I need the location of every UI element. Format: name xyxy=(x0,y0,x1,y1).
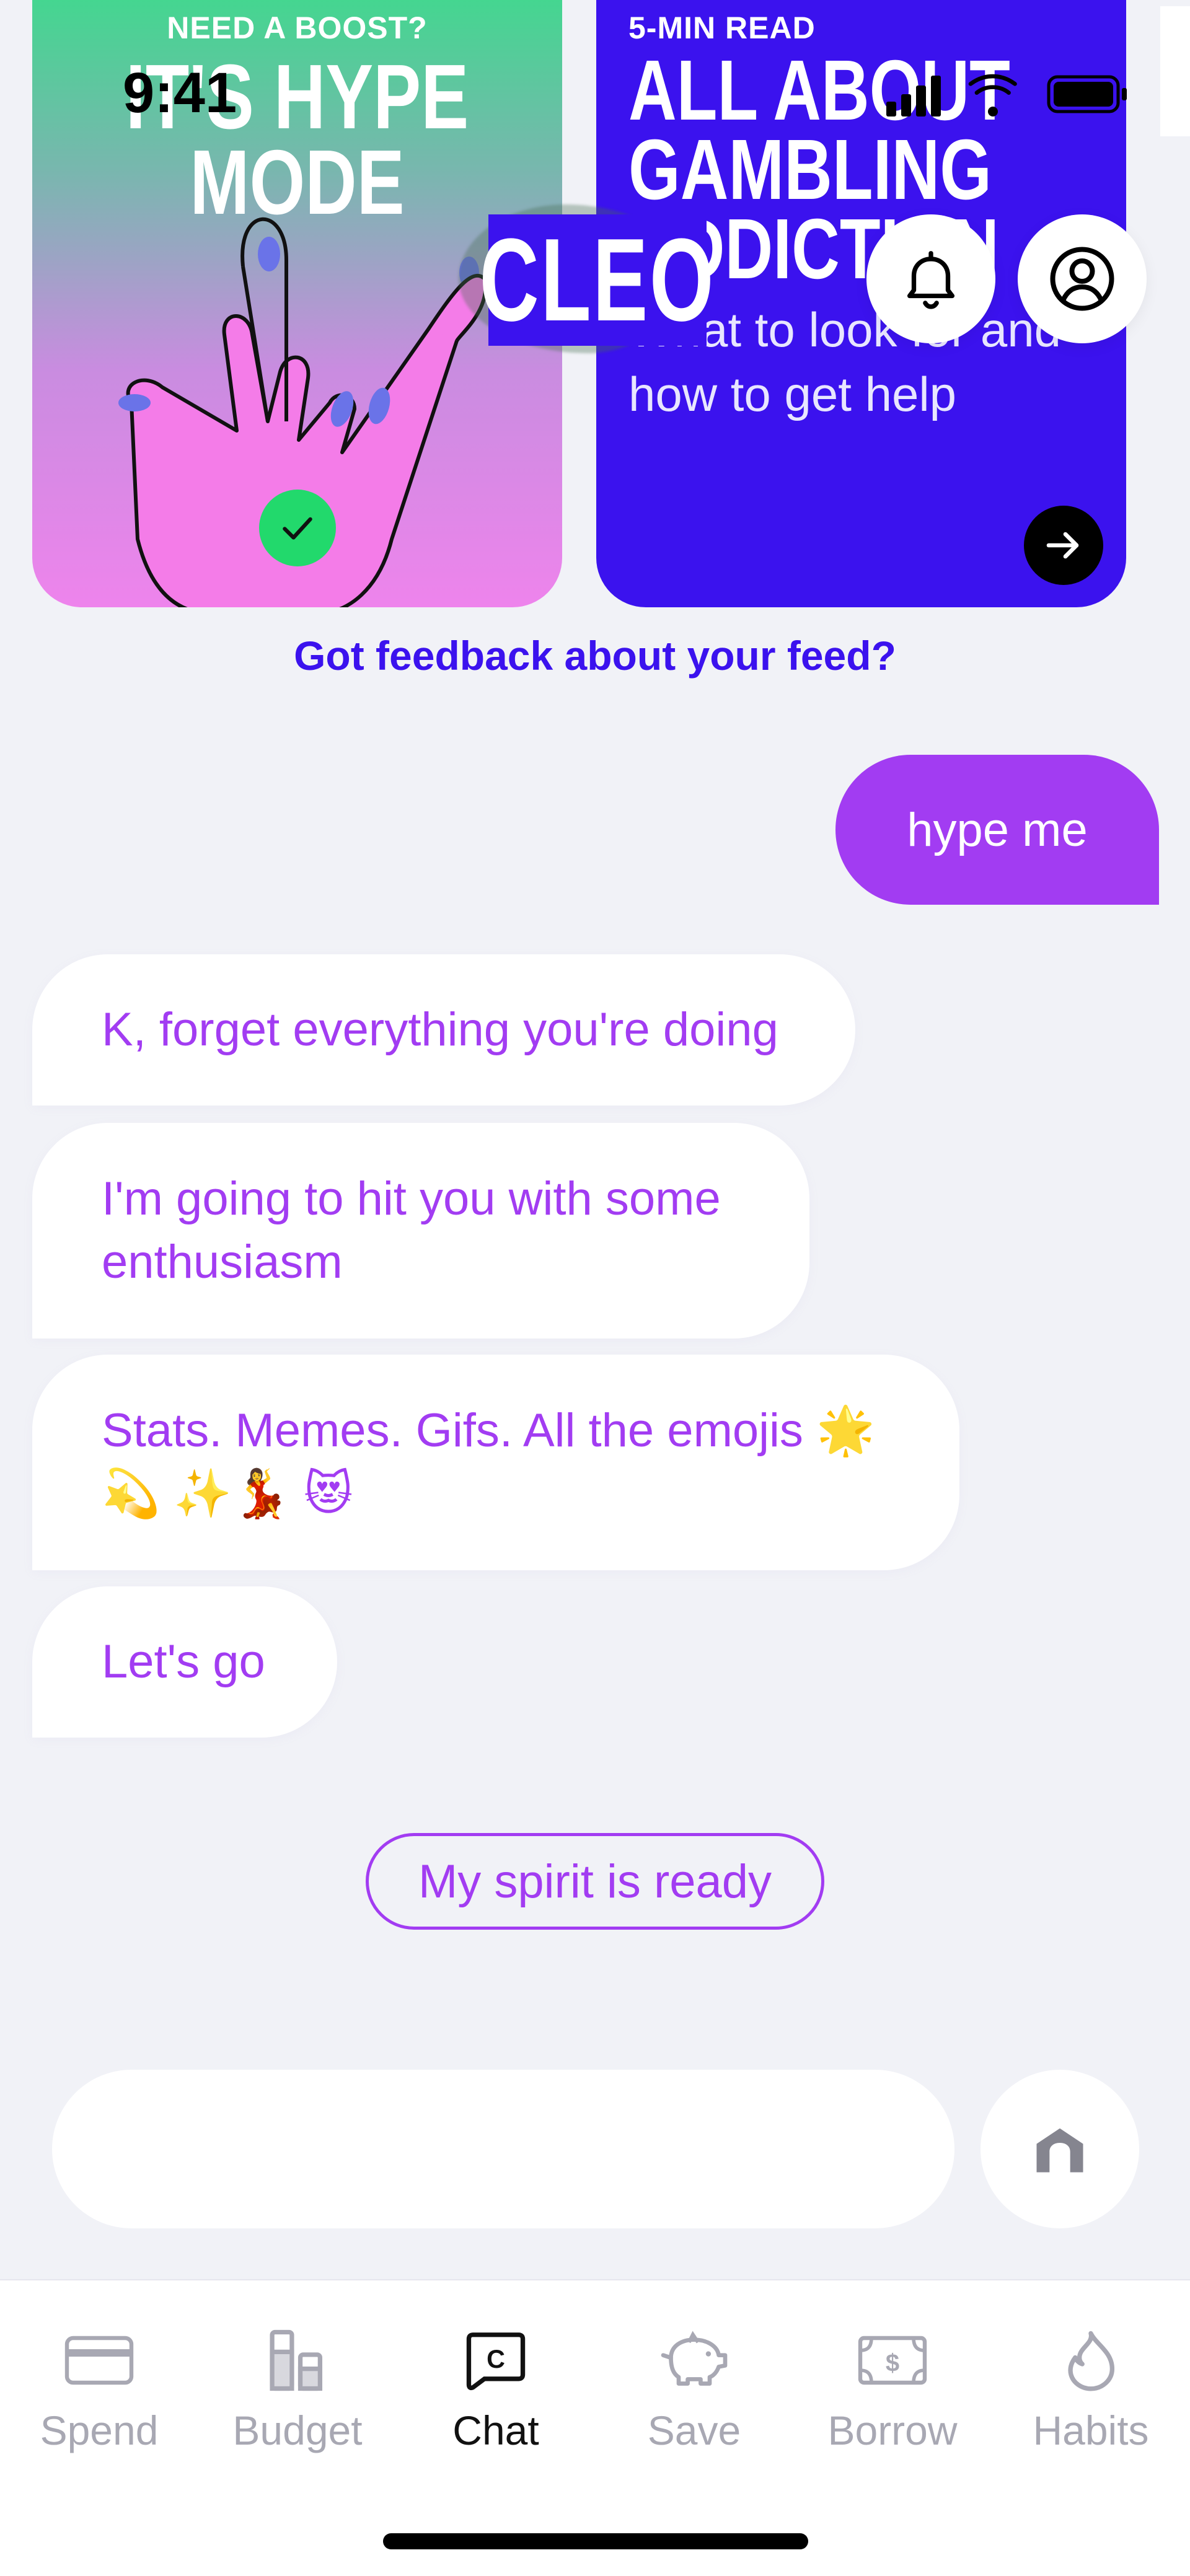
read-card-kicker: 5-MIN READ xyxy=(628,11,816,45)
tab-label: Spend xyxy=(40,2407,159,2453)
profile-button[interactable] xyxy=(1018,214,1147,343)
notifications-button[interactable] xyxy=(866,214,995,343)
bot-message-bubble: K, forget everything you're doing xyxy=(32,954,855,1106)
home-arch-icon xyxy=(1036,2128,1083,2173)
budget-icon xyxy=(270,2329,322,2391)
cleo-logo: CLEO xyxy=(459,198,719,359)
flame-icon xyxy=(1068,2331,1115,2391)
chat-message-input[interactable] xyxy=(52,2070,954,2228)
logo-text: CLEO xyxy=(479,214,716,346)
bot-message-bubble: Stats. Memes. Gifs. All the emojis 🌟 💫 ✨… xyxy=(32,1355,959,1570)
card-icon xyxy=(64,2336,134,2385)
tab-save[interactable]: Save xyxy=(595,2320,793,2481)
home-indicator xyxy=(383,2533,808,2549)
logo-box: CLEO xyxy=(480,214,714,346)
signal-icon xyxy=(886,76,941,116)
profile-icon xyxy=(1050,247,1114,311)
quick-reply-button[interactable]: My spirit is ready xyxy=(366,1833,824,1930)
battery-icon xyxy=(1047,75,1127,113)
wifi-icon xyxy=(968,74,1017,116)
tab-borrow[interactable]: $ Borrow xyxy=(793,2320,992,2481)
cash-icon: $ xyxy=(858,2336,927,2385)
tab-label: Habits xyxy=(1033,2407,1149,2453)
shortcuts-button[interactable] xyxy=(981,2070,1139,2228)
tab-spend[interactable]: Spend xyxy=(0,2320,198,2481)
svg-text:$: $ xyxy=(886,2350,899,2377)
checkmark-icon xyxy=(283,517,312,540)
svg-text:C: C xyxy=(487,2345,505,2373)
tab-label: Save xyxy=(647,2407,741,2453)
tab-label: Borrow xyxy=(827,2407,958,2453)
read-card-headline-line2: GAMBLING xyxy=(628,122,992,218)
piggy-bank-icon xyxy=(661,2331,728,2386)
arrow-right-icon xyxy=(1046,532,1079,559)
feed-feedback-link[interactable]: Got feedback about your feed? xyxy=(0,632,1190,679)
hype-card-headline-line2: MODE xyxy=(190,131,405,234)
tab-chat[interactable]: C Chat xyxy=(397,2320,595,2481)
tab-habits[interactable]: Habits xyxy=(992,2320,1190,2481)
chat-icon: C xyxy=(466,2332,526,2391)
check-badge xyxy=(259,490,336,566)
tab-label: Chat xyxy=(452,2407,539,2453)
bell-icon xyxy=(907,251,955,309)
tab-label: Budget xyxy=(232,2407,363,2453)
status-icons xyxy=(886,74,1127,116)
read-card-arrow-button[interactable] xyxy=(1024,506,1103,585)
bot-message-bubble: Let's go xyxy=(32,1586,337,1738)
status-time: 9:41 xyxy=(123,61,237,125)
hype-card-kicker: NEED A BOOST? xyxy=(167,11,428,45)
bottom-tab-bar: Spend Budget C Chat Save $ Borrow Habits xyxy=(0,2279,1190,2576)
user-message-bubble: hype me xyxy=(835,755,1159,905)
bot-message-bubble: I'm going to hit you with some enthusias… xyxy=(32,1123,809,1339)
tab-budget[interactable]: Budget xyxy=(198,2320,397,2481)
screen-edge-strip xyxy=(1160,6,1190,136)
